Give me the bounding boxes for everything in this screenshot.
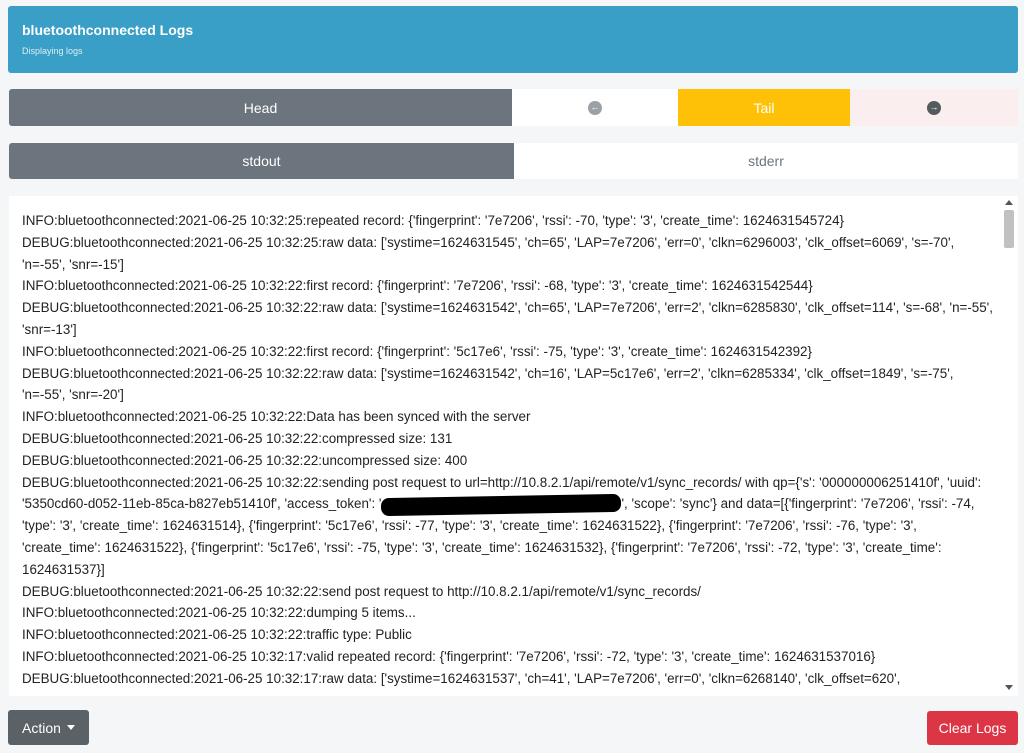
- scroll-thumb[interactable]: [1004, 210, 1014, 248]
- log-line: DEBUG:bluetoothconnected:2021-06-25 10:3…: [22, 670, 901, 686]
- log-scrollbar[interactable]: [1001, 196, 1018, 696]
- log-line: DEBUG:bluetoothconnected:2021-06-25 10:3…: [22, 234, 955, 272]
- log-line: DEBUG:bluetoothconnected:2021-06-25 10:3…: [22, 300, 993, 337]
- tail-button[interactable]: Tail: [678, 89, 850, 126]
- page-header: bluetoothconnected Logs Displaying logs: [8, 6, 1018, 73]
- action-dropdown-button[interactable]: Action: [8, 710, 89, 745]
- clear-logs-button[interactable]: Clear Logs: [927, 711, 1018, 745]
- log-lines: INFO:bluetoothconnected:2021-06-25 10:32…: [22, 210, 997, 690]
- log-line: INFO:bluetoothconnected:2021-06-25 10:32…: [22, 409, 531, 425]
- page-title: bluetoothconnected Logs: [22, 22, 194, 38]
- arrow-right-circle-icon: →: [927, 100, 941, 115]
- scroll-down-arrow-icon[interactable]: [1005, 685, 1013, 690]
- stream-tabs: stdout stderr: [9, 143, 1018, 179]
- tab-stderr[interactable]: stderr: [514, 143, 1018, 179]
- tab-stdout[interactable]: stdout: [9, 143, 514, 179]
- scroll-up-arrow-icon[interactable]: [1005, 200, 1013, 205]
- log-line: INFO:bluetoothconnected:2021-06-25 10:32…: [22, 605, 416, 621]
- log-line: DEBUG:bluetoothconnected:2021-06-25 10:3…: [22, 430, 453, 446]
- log-line: DEBUG:bluetoothconnected:2021-06-25 10:3…: [22, 365, 954, 403]
- log-line: INFO:bluetoothconnected:2021-06-25 10:32…: [22, 627, 412, 643]
- log-line: DEBUG:bluetoothconnected:2021-06-25 10:3…: [22, 472, 997, 581]
- log-line: INFO:bluetoothconnected:2021-06-25 10:32…: [22, 648, 876, 664]
- log-line: DEBUG:bluetoothconnected:2021-06-25 10:3…: [22, 583, 701, 599]
- log-line: INFO:bluetoothconnected:2021-06-25 10:32…: [22, 278, 813, 294]
- log-line: DEBUG:bluetoothconnected:2021-06-25 10:3…: [22, 452, 468, 468]
- log-navigation: Head ← Tail →: [9, 89, 1018, 126]
- head-button[interactable]: Head: [9, 89, 512, 126]
- log-output[interactable]: INFO:bluetoothconnected:2021-06-25 10:32…: [9, 196, 1018, 696]
- prev-page-button[interactable]: ←: [512, 89, 678, 126]
- arrow-left-circle-icon: ←: [588, 100, 602, 115]
- log-line: INFO:bluetoothconnected:2021-06-25 10:32…: [22, 343, 812, 359]
- action-label: Action: [22, 719, 61, 736]
- caret-down-icon: [66, 725, 75, 730]
- page-subtitle: Displaying logs: [22, 46, 83, 56]
- next-page-button[interactable]: →: [850, 89, 1018, 126]
- redaction-mark: [381, 493, 622, 516]
- log-line: INFO:bluetoothconnected:2021-06-25 10:32…: [22, 213, 845, 228]
